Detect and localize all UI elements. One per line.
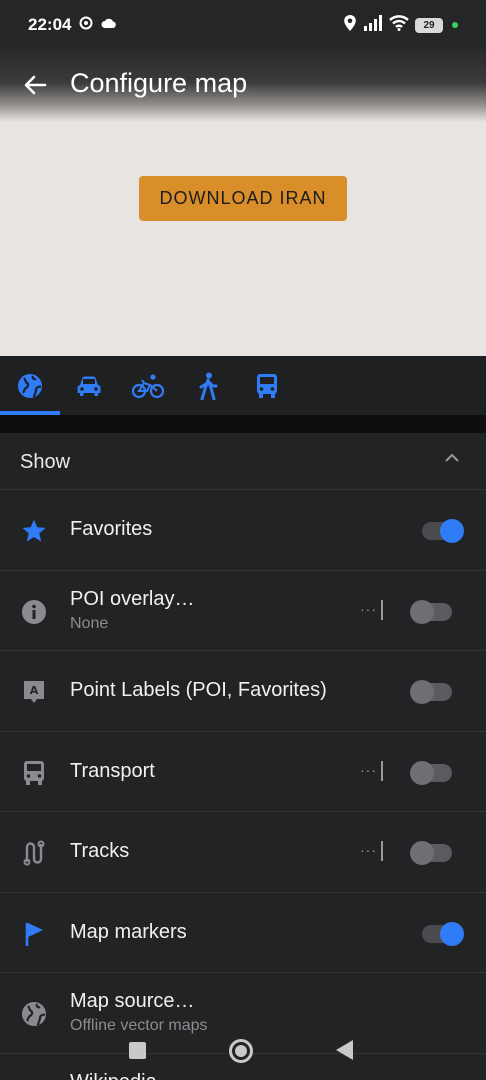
list-item-favorites[interactable]: Favorites <box>0 490 486 571</box>
label-icon: A <box>20 678 48 706</box>
list-item-label: Tracks <box>70 840 130 862</box>
more-options-button[interactable]: ··· <box>360 842 377 858</box>
pedestrian-icon <box>199 372 218 400</box>
wifi-icon <box>389 14 409 36</box>
flag-icon <box>20 920 48 948</box>
map-markers-toggle[interactable] <box>422 921 464 946</box>
divider <box>0 415 486 433</box>
list-item-value: None <box>70 614 109 632</box>
list-item-label: POI overlay… <box>70 587 195 610</box>
home-button[interactable] <box>229 1039 253 1063</box>
chevron-up-icon[interactable] <box>444 451 460 469</box>
configure-map-list[interactable]: Show Favorites POI overlay… None ··· A P… <box>0 433 486 1080</box>
system-back-button[interactable] <box>336 1040 353 1060</box>
battery-icon: 29 <box>415 17 443 33</box>
list-item-label: Map markers <box>70 920 187 943</box>
cloud-icon <box>101 16 117 34</box>
list-item-tracks[interactable]: Tracks ··· <box>0 812 486 893</box>
divider <box>381 841 383 861</box>
tab-car[interactable] <box>69 368 109 404</box>
globe-icon <box>18 374 42 398</box>
signal-icon <box>363 14 383 36</box>
bus-icon <box>20 759 48 787</box>
favorites-toggle[interactable] <box>422 519 464 543</box>
list-item-label: Point Labels (POI, Favorites) <box>70 679 327 701</box>
recent-apps-button[interactable] <box>129 1042 146 1059</box>
tab-pedestrian[interactable] <box>188 368 228 404</box>
bus-icon <box>257 374 277 398</box>
list-item-transport[interactable]: Transport ··· <box>0 732 486 812</box>
globe-icon <box>20 1000 48 1028</box>
tracks-toggle[interactable] <box>410 841 452 865</box>
point-labels-toggle[interactable] <box>410 680 452 704</box>
location-icon <box>343 14 357 37</box>
tab-browse-map[interactable] <box>10 368 50 404</box>
divider <box>381 599 383 620</box>
status-bar: 22:04 29 <box>0 0 486 50</box>
list-item-label: Transport <box>70 759 155 782</box>
show-section-header[interactable]: Show <box>0 433 486 490</box>
star-icon <box>20 517 48 545</box>
map-view[interactable]: Configure map DOWNLOAD IRAN <box>0 50 486 356</box>
status-time: 22:04 <box>28 15 72 34</box>
back-button[interactable] <box>20 70 50 100</box>
system-navigation-bar <box>0 1025 486 1075</box>
svg-text:A: A <box>30 684 39 697</box>
car-icon <box>77 376 101 396</box>
privacy-indicator <box>452 22 458 28</box>
bicycle-icon <box>132 374 164 399</box>
list-item-map-markers[interactable]: Map markers <box>0 893 486 973</box>
tab-bicycle[interactable] <box>128 368 168 404</box>
profile-tabs <box>0 356 486 416</box>
tracks-icon <box>20 839 48 867</box>
more-options-button[interactable]: ··· <box>360 601 377 617</box>
back-arrow-icon <box>24 75 47 95</box>
info-icon <box>20 598 48 626</box>
tab-public-transport[interactable] <box>247 368 287 404</box>
list-item-poi-overlay[interactable]: POI overlay… None ··· <box>0 571 486 651</box>
page-title: Configure map <box>70 68 248 98</box>
section-title: Show <box>20 451 71 473</box>
notification-icon <box>79 16 93 35</box>
poi-overlay-toggle[interactable] <box>410 599 452 624</box>
more-options-button[interactable]: ··· <box>360 762 377 778</box>
list-item-label: Favorites <box>70 518 153 540</box>
list-item-point-labels[interactable]: A Point Labels (POI, Favorites) <box>0 651 486 732</box>
list-item-label: Map source… <box>70 990 195 1012</box>
divider <box>381 760 383 781</box>
transport-toggle[interactable] <box>410 760 452 785</box>
download-map-button[interactable]: DOWNLOAD IRAN <box>139 176 347 221</box>
